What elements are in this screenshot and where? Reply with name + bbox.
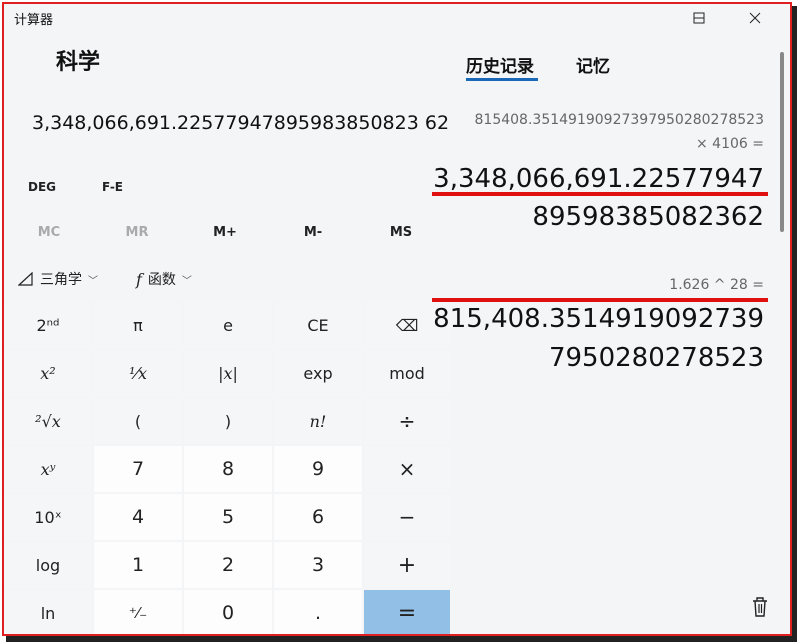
equals-button[interactable]: =	[364, 590, 450, 634]
factorial-button[interactable]: n!	[274, 398, 362, 444]
function-row: 三角学 ﹀ f 函数 ﹀	[4, 258, 444, 302]
ten-power-button[interactable]: 10ˣ	[4, 494, 92, 540]
log-button[interactable]: log	[4, 542, 92, 588]
digit-9-button[interactable]: 9	[274, 446, 362, 492]
history-expression: 815408.35149190927397950280278523	[474, 112, 764, 128]
clear-entry-button[interactable]: CE	[274, 302, 362, 348]
history-panel: 历史记录 记忆 815408.3514919092739795028027852…	[432, 32, 790, 634]
history-expression-operator: × 4106 =	[696, 136, 764, 152]
annotation-underline	[432, 298, 768, 302]
multiply-button[interactable]: ×	[364, 446, 450, 492]
window-title: 计算器	[14, 13, 54, 28]
function-f-icon: f	[136, 269, 142, 289]
second-button[interactable]: 2ⁿᵈ	[4, 302, 92, 348]
subtract-button[interactable]: −	[364, 494, 450, 540]
angle-toggle-button[interactable]: DEG	[28, 180, 56, 194]
active-tab-indicator	[466, 78, 538, 81]
memory-add-button[interactable]: M+	[182, 225, 268, 240]
history-result-continued: 89598385082362	[532, 202, 764, 232]
function-dropdown[interactable]: f 函数 ﹀	[136, 269, 192, 289]
close-icon	[749, 12, 761, 24]
history-result-continued: 7950280278523	[548, 343, 764, 373]
mode-title: 科学	[56, 50, 101, 75]
maximize-button[interactable]	[676, 4, 722, 32]
close-paren-button[interactable]: )	[184, 398, 272, 444]
power-button[interactable]: xʸ	[4, 446, 92, 492]
function-label: 函数	[147, 272, 176, 288]
e-button[interactable]: e	[184, 302, 272, 348]
digit-1-button[interactable]: 1	[94, 542, 182, 588]
open-paren-button[interactable]: (	[94, 398, 182, 444]
history-scrollbar[interactable]	[780, 52, 784, 232]
pi-button[interactable]: π	[94, 302, 182, 348]
chevron-down-icon: ﹀	[181, 275, 192, 287]
calculator-window: 计算器 科学 3,348,066,691.2257794789598385082…	[4, 4, 790, 634]
trig-label: 三角学	[40, 272, 82, 288]
frame-shadow	[792, 6, 797, 642]
title-bar: 计算器	[4, 4, 790, 32]
decimal-button[interactable]: .	[274, 590, 362, 634]
square-root-button[interactable]: ²√x	[4, 398, 92, 444]
fe-toggle-button[interactable]: F-E	[102, 180, 123, 194]
calculator-panel: 科学 3,348,066,691.22577947895983850823 62…	[4, 32, 450, 634]
tab-history[interactable]: 历史记录	[466, 52, 534, 77]
negate-button[interactable]: ⁺⁄₋	[94, 590, 182, 634]
triangle-ruler-icon	[18, 272, 33, 286]
square-button[interactable]: x²	[4, 350, 92, 396]
digit-2-button[interactable]: 2	[184, 542, 272, 588]
digit-6-button[interactable]: 6	[274, 494, 362, 540]
digit-0-button[interactable]: 0	[184, 590, 272, 634]
keypad: 2ⁿᵈ π e CE ⌫ x² ¹⁄x |x| exp mod ²√x ( ) …	[4, 302, 450, 634]
chevron-down-icon: ﹀	[88, 275, 98, 287]
reciprocal-button[interactable]: ¹⁄x	[94, 350, 182, 396]
add-button[interactable]: +	[364, 542, 450, 588]
history-result: 815,408.3514919092739	[433, 304, 764, 334]
digit-3-button[interactable]: 3	[274, 542, 362, 588]
trash-icon[interactable]	[750, 596, 770, 618]
annotation-underline	[432, 192, 768, 196]
absolute-button[interactable]: |x|	[184, 350, 272, 396]
trig-dropdown[interactable]: 三角学 ﹀	[18, 269, 98, 289]
screenshot-frame: 计算器 科学 3,348,066,691.2257794789598385082…	[2, 2, 792, 636]
close-button[interactable]	[732, 4, 778, 32]
ln-button[interactable]: ln	[4, 590, 92, 634]
digit-4-button[interactable]: 4	[94, 494, 182, 540]
exp-button[interactable]: exp	[274, 350, 362, 396]
maximize-icon	[693, 12, 705, 24]
digit-8-button[interactable]: 8	[184, 446, 272, 492]
memory-store-button[interactable]: MS	[358, 225, 444, 240]
history-expression: 1.626 ^ 28 =	[669, 277, 764, 293]
memory-subtract-button[interactable]: M-	[270, 225, 356, 240]
result-display: 3,348,066,691.22577947895983850823 62	[32, 112, 450, 134]
memory-clear-button[interactable]: MC	[6, 225, 92, 240]
divide-button[interactable]: ÷	[364, 398, 450, 444]
digit-7-button[interactable]: 7	[94, 446, 182, 492]
digit-5-button[interactable]: 5	[184, 494, 272, 540]
frame-shadow	[6, 636, 797, 642]
tab-memory[interactable]: 记忆	[576, 52, 610, 77]
mod-button[interactable]: mod	[364, 350, 450, 396]
memory-recall-button[interactable]: MR	[94, 225, 180, 240]
